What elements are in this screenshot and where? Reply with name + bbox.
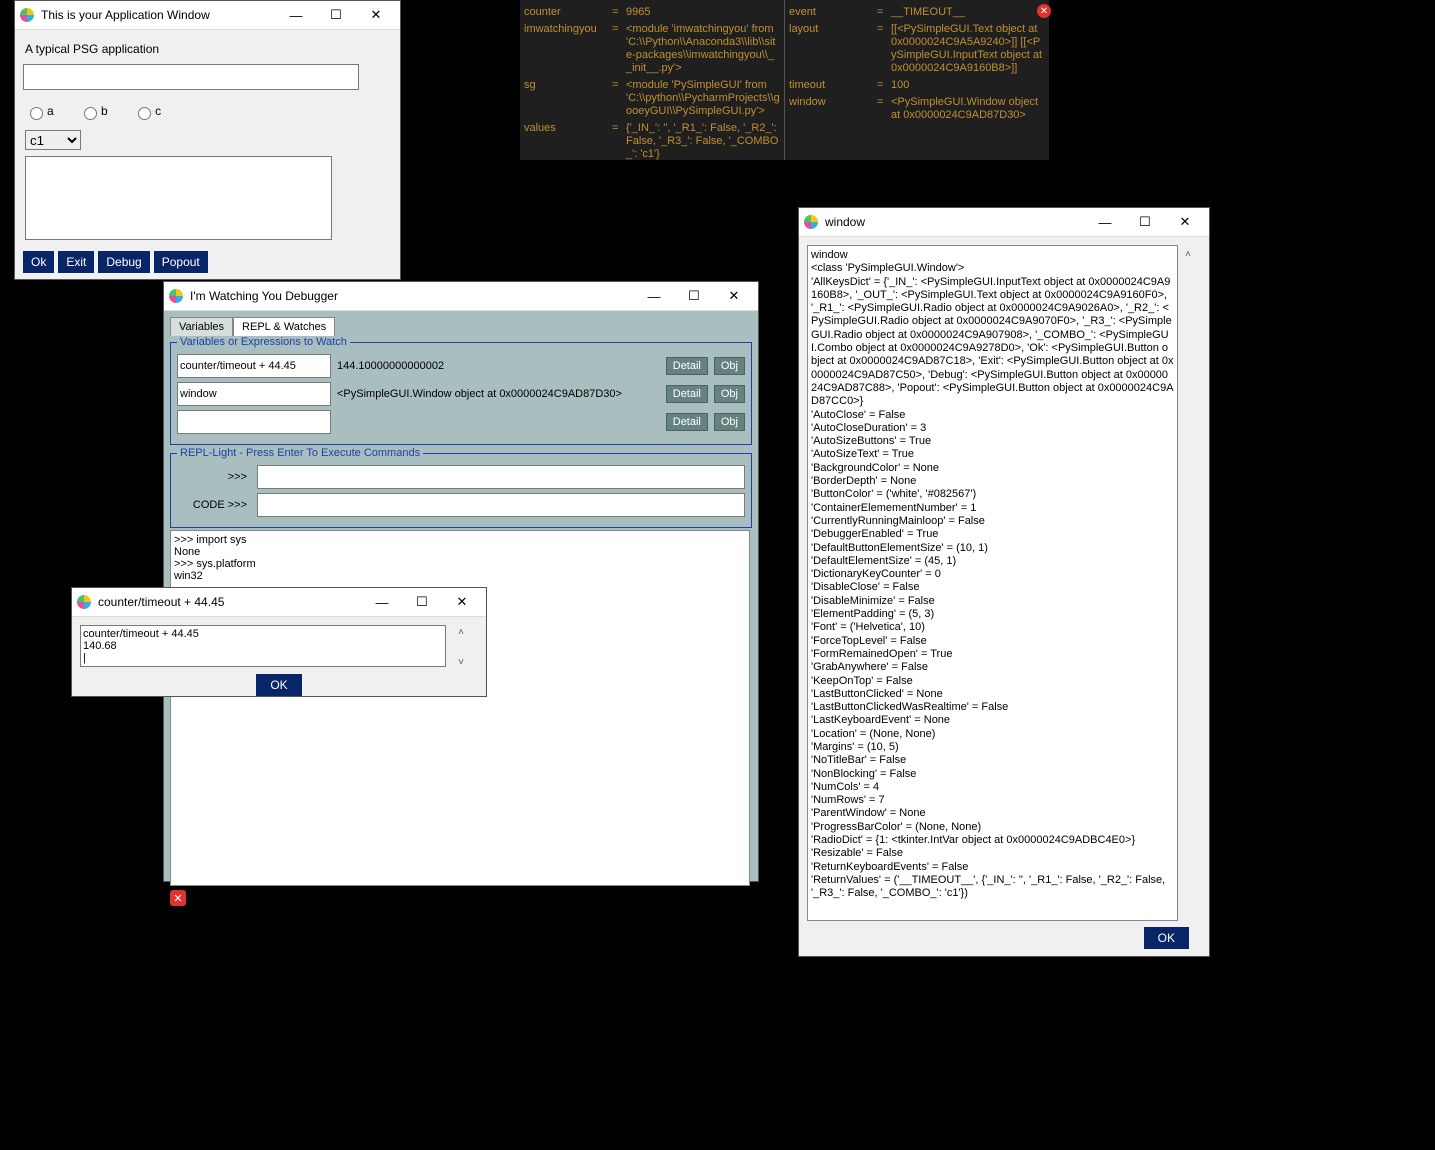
popout-button[interactable]: Popout bbox=[154, 251, 208, 273]
radio-a[interactable]: a bbox=[25, 104, 54, 118]
detail-button[interactable]: Detail bbox=[666, 413, 708, 431]
exit-button[interactable]: Exit bbox=[58, 251, 94, 273]
var-key: window bbox=[789, 96, 877, 122]
expression-popout-window: counter/timeout + 44.45 — ☐ ✕ counter/ti… bbox=[71, 587, 487, 697]
window-title: window bbox=[825, 215, 1085, 229]
close-button[interactable]: ✕ bbox=[356, 3, 396, 27]
close-icon[interactable]: ✕ bbox=[1037, 4, 1051, 18]
watch-value: 144.10000000000002 bbox=[337, 360, 660, 372]
watch-expr-input[interactable] bbox=[177, 410, 331, 434]
radio-c[interactable]: c bbox=[133, 104, 161, 118]
repl-prompt-label: >>> bbox=[177, 471, 251, 483]
watch-expr-input[interactable] bbox=[177, 382, 331, 406]
titlebar[interactable]: This is your Application Window — ☐ ✕ bbox=[15, 1, 400, 30]
obj-button[interactable]: Obj bbox=[714, 357, 745, 375]
titlebar[interactable]: counter/timeout + 44.45 — ☐ ✕ bbox=[72, 588, 486, 617]
ok-button[interactable]: Ok bbox=[23, 251, 54, 273]
var-key: values bbox=[524, 122, 612, 161]
maximize-button[interactable]: ☐ bbox=[1125, 210, 1165, 234]
ok-button[interactable]: OK bbox=[256, 674, 301, 696]
intro-text: A typical PSG application bbox=[25, 42, 390, 56]
watches-fieldset: Variables or Expressions to Watch 144.10… bbox=[170, 336, 752, 445]
var-value: <module 'imwatchingyou' from 'C:\\Python… bbox=[626, 23, 780, 75]
maximize-button[interactable]: ☐ bbox=[674, 284, 714, 308]
var-value: 9965 bbox=[626, 6, 780, 19]
obj-button[interactable]: Obj bbox=[714, 385, 745, 403]
variables-popout-panel: counter=9965 imwatchingyou=<module 'imwa… bbox=[520, 0, 1049, 160]
window-title: I'm Watching You Debugger bbox=[190, 289, 634, 303]
var-value: 100 bbox=[891, 79, 1045, 92]
watch-value: <PySimpleGUI.Window object at 0x0000024C… bbox=[337, 388, 660, 400]
close-button[interactable]: ✕ bbox=[714, 284, 754, 308]
close-button[interactable]: ✕ bbox=[442, 590, 482, 614]
vars-left-column: counter=9965 imwatchingyou=<module 'imwa… bbox=[520, 0, 784, 160]
var-value: <PySimpleGUI.Window object at 0x0000024C… bbox=[891, 96, 1045, 122]
obj-button[interactable]: Obj bbox=[714, 413, 745, 431]
minimize-button[interactable]: — bbox=[276, 3, 316, 27]
object-text[interactable]: window <class 'PySimpleGUI.Window'> 'All… bbox=[807, 245, 1178, 921]
app-icon bbox=[168, 288, 184, 304]
application-window: This is your Application Window — ☐ ✕ A … bbox=[14, 0, 401, 280]
var-value: [[<PySimpleGUI.Text object at 0x0000024C… bbox=[891, 23, 1045, 75]
scroll-up-icon[interactable]: ˄ bbox=[458, 627, 464, 638]
popout-text[interactable]: counter/timeout + 44.45 140.68 | bbox=[80, 625, 446, 667]
repl-fieldset: REPL-Light - Press Enter To Execute Comm… bbox=[170, 447, 752, 528]
var-value: {'_IN_': '', '_R1_': False, '_R2_': Fals… bbox=[626, 122, 780, 161]
var-key: event bbox=[789, 6, 877, 19]
debug-button[interactable]: Debug bbox=[98, 251, 149, 273]
watch-expr-input[interactable] bbox=[177, 354, 331, 378]
maximize-button[interactable]: ☐ bbox=[316, 3, 356, 27]
detail-button[interactable]: Detail bbox=[666, 357, 708, 375]
var-key: sg bbox=[524, 79, 612, 118]
ok-button[interactable]: OK bbox=[1144, 927, 1189, 949]
repl-input[interactable] bbox=[257, 465, 745, 489]
code-prompt-label: CODE >>> bbox=[177, 499, 251, 511]
minimize-button[interactable]: — bbox=[362, 590, 402, 614]
var-key: timeout bbox=[789, 79, 877, 92]
minimize-button[interactable]: — bbox=[634, 284, 674, 308]
var-value: <module 'PySimpleGUI' from 'C:\\python\\… bbox=[626, 79, 780, 118]
app-icon bbox=[803, 214, 819, 230]
titlebar[interactable]: I'm Watching You Debugger — ☐ ✕ bbox=[164, 282, 758, 311]
repl-output[interactable]: >>> import sys None >>> sys.platform win… bbox=[170, 530, 750, 886]
maximize-button[interactable]: ☐ bbox=[402, 590, 442, 614]
vars-right-column: event=__TIMEOUT__ layout=[[<PySimpleGUI.… bbox=[785, 0, 1049, 160]
scroll-down-icon[interactable]: ˅ bbox=[458, 657, 464, 668]
tab-variables[interactable]: Variables bbox=[170, 317, 233, 336]
var-key: imwatchingyou bbox=[524, 23, 612, 75]
minimize-button[interactable]: — bbox=[1085, 210, 1125, 234]
radio-b[interactable]: b bbox=[79, 104, 108, 118]
combo[interactable]: c1 bbox=[25, 130, 81, 150]
scroll-up-icon[interactable]: ˄ bbox=[1185, 249, 1191, 260]
detail-button[interactable]: Detail bbox=[666, 385, 708, 403]
close-button[interactable]: ✕ bbox=[1165, 210, 1205, 234]
repl-legend: REPL-Light - Press Enter To Execute Comm… bbox=[177, 447, 423, 459]
app-icon bbox=[76, 594, 92, 610]
var-key: counter bbox=[524, 6, 612, 19]
watches-legend: Variables or Expressions to Watch bbox=[177, 336, 350, 348]
object-detail-window: window — ☐ ✕ window <class 'PySimpleGUI.… bbox=[798, 207, 1210, 957]
close-icon[interactable]: ✕ bbox=[170, 890, 186, 906]
tab-repl-watches[interactable]: REPL & Watches bbox=[233, 317, 335, 336]
app-icon bbox=[19, 7, 35, 23]
window-title: This is your Application Window bbox=[41, 8, 276, 22]
window-title: counter/timeout + 44.45 bbox=[98, 595, 362, 609]
code-input[interactable] bbox=[257, 493, 745, 517]
main-input[interactable] bbox=[23, 64, 359, 90]
titlebar[interactable]: window — ☐ ✕ bbox=[799, 208, 1209, 237]
var-value: __TIMEOUT__ bbox=[891, 6, 1045, 19]
multiline[interactable] bbox=[25, 156, 332, 240]
debugger-window: I'm Watching You Debugger — ☐ ✕ Variable… bbox=[163, 281, 759, 882]
var-key: layout bbox=[789, 23, 877, 75]
